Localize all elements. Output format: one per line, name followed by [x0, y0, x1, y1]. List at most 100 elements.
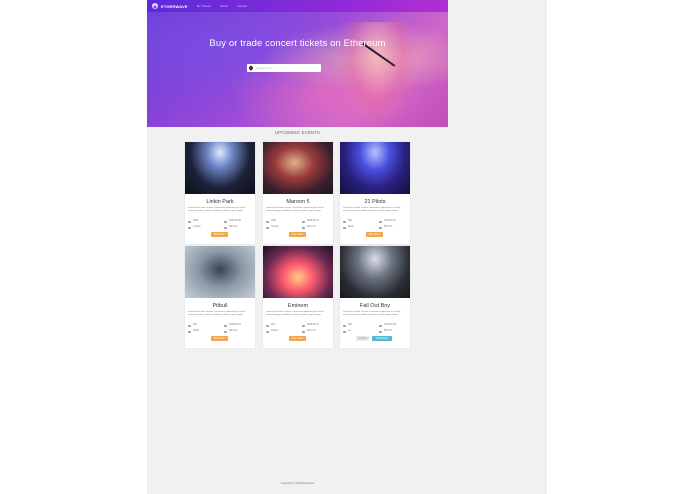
event-info-row: Miami 200 LKT [188, 330, 252, 334]
event-info-value: Berlin [348, 226, 354, 229]
location-icon [188, 330, 191, 334]
nav-link-contact[interactable]: Contact [237, 4, 247, 8]
buy-ticket-button[interactable]: Buy Ticket [289, 336, 306, 341]
event-info-value: 300 LKT [229, 226, 238, 229]
location-icon [188, 226, 191, 230]
location-pin-icon [248, 65, 254, 71]
buy-ticket-button[interactable]: Buy Ticket [366, 232, 383, 237]
nav-link-about[interactable]: About [220, 4, 228, 8]
brand-logo-icon[interactable]: ◆ [152, 3, 158, 9]
location-icon [266, 226, 269, 230]
event-info-value: 2018-03-10 [384, 220, 396, 223]
event-image[interactable] [340, 142, 410, 194]
search-placeholder: Location, etc... [256, 66, 275, 70]
event-description: Lorem ipsum dolor sit amet, consectetur … [266, 311, 324, 316]
event-title: Maroon 5 [286, 199, 310, 205]
event-info-row: London 300 LKT [188, 226, 252, 230]
event-image[interactable] [340, 246, 410, 298]
event-info-value: 300 LKT [307, 226, 316, 229]
event-image[interactable] [185, 142, 255, 194]
event-image[interactable] [185, 246, 255, 298]
event-info-value: 2018-04-01 [229, 324, 241, 327]
price-icon [379, 226, 382, 230]
ticket-icon [343, 220, 346, 224]
event-title: Fall Out Boy [359, 303, 391, 309]
event-info-value: 250 [271, 324, 275, 327]
event-image[interactable] [263, 246, 333, 298]
footer-copyright: Copyright © 2018 Etherwave [280, 482, 315, 485]
event-info-row: Berlin 400 LKT [343, 226, 407, 230]
event-info-row: Detroit 300 LKT [266, 330, 330, 334]
calendar-icon [224, 324, 227, 328]
section-title: UPCOMING EVENTS [274, 130, 321, 135]
event-title: Eminem [287, 303, 309, 309]
event-title: 21 Pilots [364, 199, 386, 205]
event-title: Linkin Park [206, 199, 234, 205]
event-info-value: Toronto [271, 226, 279, 229]
buy-ticket-button[interactable]: Buy Ticket [211, 232, 228, 237]
event-info-row: 500 2018-03-10 [343, 220, 407, 224]
event-info-value: 500 [348, 220, 352, 223]
price-icon [302, 330, 305, 334]
location-icon [343, 226, 346, 230]
top-navbar: ◆ ETHERWAVE My Tickets About Contact [147, 0, 448, 12]
calendar-icon [302, 220, 305, 224]
event-card: Eminem Lorem ipsum dolor sit amet, consec… [263, 246, 333, 348]
brand-name[interactable]: ETHERWAVE [161, 4, 188, 9]
event-info-row: LA 300 LKT [343, 330, 407, 334]
event-info-value: 300 LKT [384, 330, 393, 333]
calendar-icon [302, 324, 305, 328]
price-icon [302, 226, 305, 230]
hero-title: Buy or trade concert tickets on Ethereum [209, 38, 386, 49]
price-icon [379, 330, 382, 334]
event-info-row: Toronto 300 LKT [266, 226, 330, 230]
event-image[interactable] [263, 142, 333, 194]
event-info-value: London [193, 226, 201, 229]
ticket-icon [188, 324, 191, 328]
ticket-icon [266, 220, 269, 224]
event-description: Lorem ipsum dolor sit amet, consectetur … [188, 311, 246, 316]
event-description: Lorem ipsum dolor sit amet, consectetur … [343, 311, 401, 316]
event-info-value: 2018-01-06 [229, 220, 241, 223]
event-info-value: 2018-02-03 [307, 220, 319, 223]
nav-link-my-tickets[interactable]: My Tickets [197, 4, 211, 8]
calendar-icon [379, 324, 382, 328]
location-icon [343, 330, 346, 334]
event-info-row: 300 2018-06-08 [343, 324, 407, 328]
event-info-row: 250 2018-05-12 [266, 324, 330, 328]
trade-ticket-button[interactable]: Trade Ticket [372, 336, 392, 341]
event-info-value: 300 LKT [307, 330, 316, 333]
event-info-value: 1000 [271, 220, 277, 223]
event-card: Linkin Park Lorem ipsum dolor sit amet, c… [185, 142, 255, 244]
ticket-icon [266, 324, 269, 328]
event-info-value: 2018-05-12 [307, 324, 319, 327]
event-description: Lorem ipsum dolor sit amet, consectetur … [343, 207, 401, 212]
event-info-value: 2000 [193, 220, 199, 223]
event-info-row: 1000 2018-02-03 [266, 220, 330, 224]
event-card: Maroon 5 Lorem ipsum dolor sit amet, cons… [263, 142, 333, 244]
event-title: Pitbull [212, 303, 228, 309]
event-info-value: 200 LKT [229, 330, 238, 333]
ticket-icon [188, 220, 191, 224]
price-icon [224, 226, 227, 230]
buy-ticket-button[interactable]: Buy Ticket [289, 232, 306, 237]
left-margin [0, 0, 147, 494]
sold-out-button[interactable]: Sold Out [356, 336, 369, 341]
event-card: Fall Out Boy Lorem ipsum dolor sit amet, … [340, 246, 410, 348]
event-card: Pitbull Lorem ipsum dolor sit amet, conse… [185, 246, 255, 348]
right-margin [547, 0, 695, 494]
hero-banner: Buy or trade concert tickets on Ethereum… [147, 12, 448, 127]
event-info-value: 500 [193, 324, 197, 327]
location-search-input[interactable]: Location, etc... [247, 64, 321, 72]
event-card: 21 Pilots Lorem ipsum dolor sit amet, con… [340, 142, 410, 244]
event-info-value: Miami [193, 330, 200, 333]
buy-ticket-button[interactable]: Buy Ticket [211, 336, 228, 341]
calendar-icon [224, 220, 227, 224]
event-description: Lorem ipsum dolor sit amet, consectetur … [266, 207, 324, 212]
event-description: Lorem ipsum dolor sit amet, consectetur … [188, 207, 246, 212]
location-icon [266, 330, 269, 334]
event-info-value: 300 [348, 324, 352, 327]
event-info-value: 2018-06-08 [384, 324, 396, 327]
event-info-row: 500 2018-04-01 [188, 324, 252, 328]
calendar-icon [379, 220, 382, 224]
